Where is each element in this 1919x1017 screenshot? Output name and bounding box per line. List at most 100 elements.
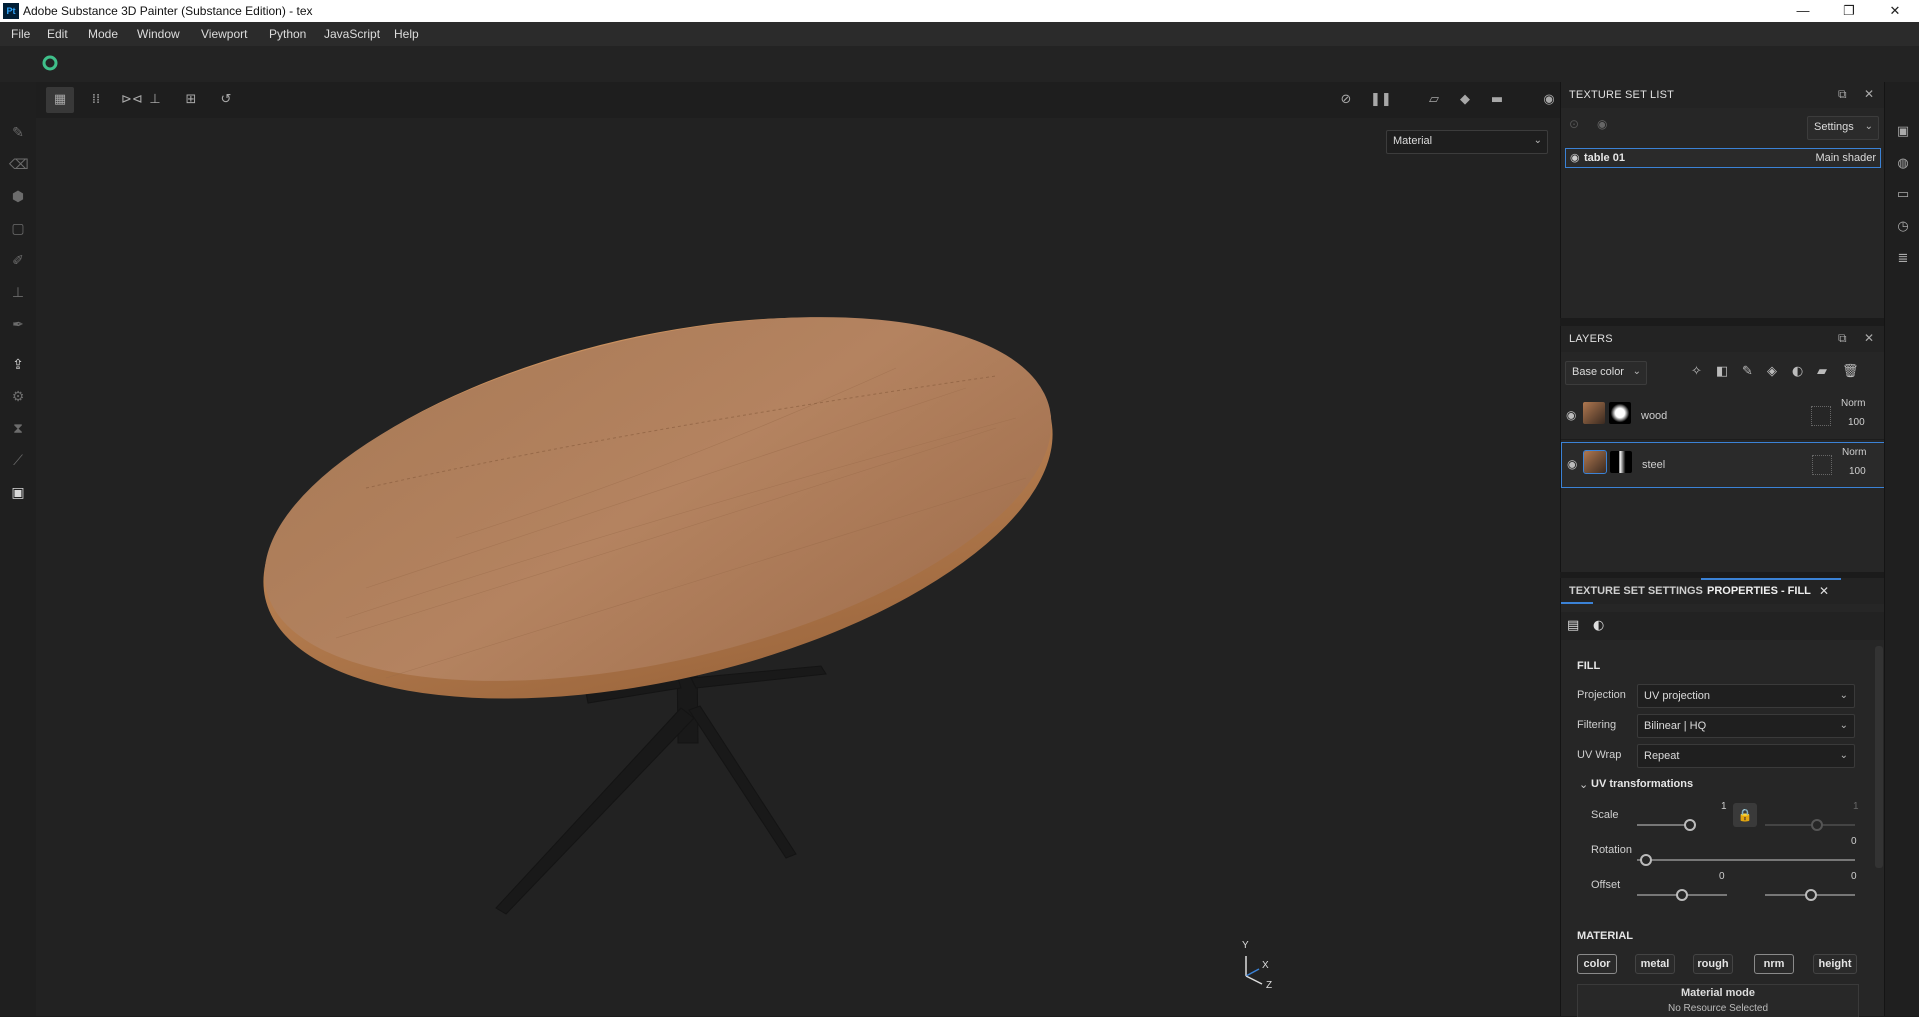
uv-transformations-toggle[interactable]: UV transformations (1591, 778, 1693, 790)
plugin-status-icon[interactable] (42, 55, 58, 71)
close-panel-icon[interactable]: ✕ (1864, 87, 1874, 101)
add-folder-icon[interactable]: ▰ (1817, 364, 1827, 379)
export-icon[interactable]: ⇪ (9, 356, 27, 374)
channel-height-button[interactable]: height (1813, 954, 1857, 974)
scale-slider-2-handle[interactable] (1811, 819, 1823, 831)
texture-set-shader[interactable]: Main shader (1815, 152, 1876, 164)
delete-layer-icon[interactable]: 🗑 (1842, 364, 1859, 379)
scrollbar[interactable] (1875, 646, 1883, 868)
layer-blend-mode[interactable]: Norm (1842, 447, 1866, 458)
smart-material-icon[interactable]: ◐ (1792, 364, 1803, 379)
menu-help[interactable]: Help (394, 27, 419, 41)
shelf-icon[interactable]: ▭ (1894, 186, 1912, 204)
channel-metal-button[interactable]: metal (1635, 954, 1675, 974)
layer-opacity[interactable]: 100 (1849, 466, 1866, 477)
offset-x-value[interactable]: 0 (1719, 871, 1725, 882)
visibility-eye-icon[interactable]: ◉ (1566, 408, 1576, 422)
maximize-button[interactable]: ❐ (1826, 0, 1872, 22)
menu-window[interactable]: Window (137, 27, 180, 41)
link-icon[interactable]: ⊙ (1569, 117, 1579, 131)
color-picker-icon[interactable]: ✒ (9, 316, 27, 334)
offset-x-slider-handle[interactable] (1676, 889, 1688, 901)
history-icon[interactable]: ↺ (217, 91, 235, 109)
scale-slider-2[interactable] (1765, 824, 1855, 826)
menu-python[interactable]: Python (269, 27, 306, 41)
settings-dropdown[interactable]: Settings ⌄ (1807, 116, 1879, 140)
menu-viewport[interactable]: Viewport (201, 27, 247, 41)
environment-icon[interactable]: ◍ (1894, 155, 1912, 173)
close-tab-icon[interactable]: ✕ (1819, 584, 1829, 598)
table-model[interactable] (36, 118, 1560, 1016)
channel-dropdown[interactable]: Base color ⌄ (1565, 361, 1647, 385)
tab-properties-fill[interactable]: PROPERTIES - FILL (1707, 585, 1811, 597)
grid-view-icon[interactable]: ▦ (51, 91, 69, 109)
camera-icon[interactable]: ◉ (1540, 91, 1558, 109)
material-mode-box[interactable]: Material mode No Resource Selected (1577, 984, 1859, 1017)
tab-texture-set-settings[interactable]: TEXTURE SET SETTINGS (1569, 585, 1703, 597)
screenshot-tool-icon[interactable]: ▣ (9, 484, 27, 502)
lock-icon[interactable]: 🔒 (1733, 803, 1757, 827)
add-fill-layer-icon[interactable]: ◈ (1767, 364, 1777, 379)
rotation-value[interactable]: 0 (1851, 836, 1857, 847)
filtering-dropdown[interactable]: Bilinear | HQ ⌄ (1637, 714, 1855, 738)
minimize-button[interactable]: — (1780, 0, 1826, 22)
scale-value[interactable]: 1 (1721, 801, 1727, 812)
3d-viewport[interactable]: Material ⌄ Y X Z (36, 118, 1560, 1016)
layer-name[interactable]: wood (1641, 410, 1667, 422)
float-panel-icon[interactable]: ⧉ (1838, 331, 1847, 346)
channel-nrm-button[interactable]: nrm (1754, 954, 1794, 974)
pause-icon[interactable]: ❚❚ (1370, 91, 1392, 109)
camera-2d-icon[interactable]: ▱ (1425, 91, 1443, 109)
layer-mask-thumbnail[interactable] (1610, 451, 1632, 473)
eraser-icon[interactable]: ⌫ (9, 156, 29, 174)
layer-row[interactable]: ◉ wood Norm 100 (1561, 394, 1885, 440)
texture-set-item[interactable]: ◉ table 01 Main shader (1565, 148, 1881, 168)
symmetry-icon[interactable]: ⊳⊲ (121, 91, 143, 109)
scale-slider-handle[interactable] (1684, 819, 1696, 831)
close-button[interactable]: ✕ (1872, 0, 1918, 22)
scale-value-2[interactable]: 1 (1853, 801, 1859, 812)
uvwrap-dropdown[interactable]: Repeat ⌄ (1637, 744, 1855, 768)
hide-icon[interactable]: ⊘ (1337, 91, 1355, 109)
frame-icon[interactable]: ⊞ (182, 91, 200, 109)
projection-dropdown[interactable]: UV projection ⌄ (1637, 684, 1855, 708)
layer-mask-thumbnail[interactable] (1609, 402, 1631, 424)
layer-opacity[interactable]: 100 (1848, 417, 1865, 428)
layer-blend-mode[interactable]: Norm (1841, 398, 1865, 409)
polygon-fill-icon[interactable]: ▢ (9, 220, 27, 238)
visibility-eye-icon[interactable]: ◉ (1570, 151, 1580, 164)
clone-stamp-icon[interactable]: ⊥ (9, 284, 27, 302)
display-settings-icon[interactable]: ▣ (1894, 123, 1912, 141)
offset-y-slider-handle[interactable] (1805, 889, 1817, 901)
layer-row-selected[interactable]: ◉ steel Norm 100 (1561, 442, 1885, 488)
layer-material-thumbnail[interactable] (1583, 402, 1605, 424)
offset-y-value[interactable]: 0 (1851, 871, 1857, 882)
video-camera-icon[interactable]: ▬ (1488, 91, 1506, 109)
rotation-slider[interactable] (1637, 859, 1855, 861)
eye-icon[interactable]: ◉ (1597, 117, 1607, 131)
log-icon[interactable]: ≣ (1894, 250, 1912, 268)
add-effect-icon[interactable]: ✧ (1691, 364, 1702, 379)
layer-name[interactable]: steel (1642, 459, 1665, 471)
add-mask-icon[interactable]: ◧ (1716, 364, 1728, 379)
menu-edit[interactable]: Edit (47, 27, 68, 41)
hourglass-icon[interactable]: ⧗ (9, 420, 27, 438)
rotation-slider-handle[interactable] (1640, 854, 1652, 866)
bake-settings-icon[interactable]: ⚙ (9, 388, 27, 406)
collapse-chevron-icon[interactable]: ⌄ (1579, 778, 1588, 791)
channel-rough-button[interactable]: rough (1693, 954, 1733, 974)
history-icon[interactable]: ◷ (1894, 218, 1912, 236)
cube-view-icon[interactable]: ◆ (1456, 91, 1474, 109)
measure-icon[interactable]: ⟋ (9, 452, 27, 470)
layer-color-swatch[interactable] (1811, 406, 1831, 426)
menu-javascript[interactable]: JavaScript (324, 27, 380, 41)
material-sphere-icon[interactable]: ◐ (1593, 618, 1604, 633)
mirror-vertical-icon[interactable]: ⊥ (146, 91, 164, 109)
float-panel-icon[interactable]: ⧉ (1838, 87, 1847, 102)
smudge-icon[interactable]: ✐ (9, 252, 27, 270)
layer-material-thumbnail[interactable] (1583, 450, 1607, 474)
tiles-icon[interactable]: ⁞⁞ (87, 91, 105, 109)
menu-mode[interactable]: Mode (88, 27, 118, 41)
layer-settings-icon[interactable]: ▤ (1567, 618, 1579, 633)
paint-brush-icon[interactable]: ✎ (9, 124, 27, 142)
